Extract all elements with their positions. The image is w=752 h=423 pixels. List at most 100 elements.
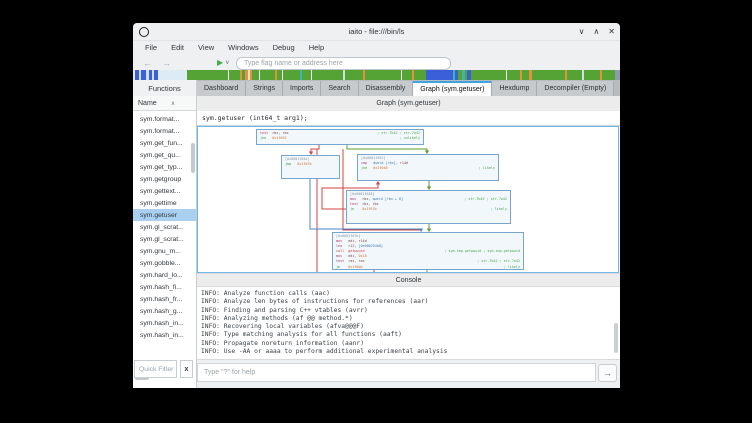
asm-comment: ; likely bbox=[498, 265, 520, 270]
back-icon[interactable]: ← bbox=[143, 58, 152, 68]
console-panel-title: Console bbox=[197, 273, 620, 287]
maximize-icon[interactable]: ∧ bbox=[593, 27, 599, 36]
function-list-item[interactable]: sym.gettext... bbox=[133, 185, 196, 197]
asm-comment: ; sym.imp.getpwuid ; sym.imp.getpwuid bbox=[438, 249, 520, 254]
menu-item-debug[interactable]: Debug bbox=[267, 41, 301, 54]
console-output[interactable]: INFO: Analyze function calls (aac)INFO: … bbox=[197, 287, 620, 360]
main-tab-bar: DashboardStringsImportsSearchDisassembly… bbox=[197, 80, 620, 96]
iaito-window: iaito - file:///bin/ls ∨∧✕ FileEditViewW… bbox=[133, 23, 620, 388]
tab-hexdump[interactable]: Hexdump bbox=[492, 81, 537, 96]
tab-search[interactable]: Search bbox=[321, 81, 358, 96]
minimize-icon[interactable]: ∨ bbox=[579, 27, 585, 36]
graph-edge bbox=[347, 145, 427, 153]
console-scrollbar-thumb[interactable] bbox=[614, 323, 618, 353]
memory-segment bbox=[229, 70, 239, 80]
tab-disassembly[interactable]: Disassembly bbox=[359, 81, 414, 96]
name-column-header[interactable]: Name ∧ bbox=[133, 96, 196, 111]
function-list-item[interactable]: sym.get_fun... bbox=[133, 137, 196, 149]
asm-line: jne 0x1f052; unlikely bbox=[260, 136, 420, 141]
memory-segment bbox=[312, 70, 343, 80]
function-list-item[interactable]: sym.gobble... bbox=[133, 257, 196, 269]
basic-block[interactable]: test rbx, rbx; str.7b42 ; str.7a42jne 0x… bbox=[256, 129, 424, 145]
function-list-item[interactable]: sym.hash_fi... bbox=[133, 281, 196, 293]
forward-icon[interactable]: → bbox=[162, 58, 171, 68]
basic-block[interactable]: [0x0001f048]mov rbx, qword [rbx + 8]; st… bbox=[346, 190, 511, 224]
memory-segment bbox=[602, 70, 614, 80]
function-list-item[interactable]: sym.hash_fr... bbox=[133, 293, 196, 305]
basic-block[interactable]: [0x0001f04d]jmp 0x1f07b bbox=[281, 155, 340, 179]
omnibar-input[interactable]: Type flag name or address here bbox=[236, 57, 451, 70]
memory-segment bbox=[471, 70, 506, 80]
clear-filter-button[interactable]: x bbox=[180, 360, 193, 378]
asm-line: je 0x1f07b; likely bbox=[350, 207, 507, 212]
graph-viewport[interactable]: test rbx, rbx; str.7b42 ; str.7a42jne 0x… bbox=[197, 126, 619, 273]
functions-panel: Functions Name ∧ sym.format...sym.format… bbox=[133, 80, 197, 388]
function-list-item[interactable]: sym.format... bbox=[133, 125, 196, 137]
basic-block[interactable]: [0x0001f052]cmp dword [rbx], r14djne 0x1… bbox=[357, 154, 499, 181]
memory-segment bbox=[158, 70, 187, 80]
console-line: INFO: Analyze len bytes of instructions … bbox=[201, 298, 620, 306]
tab-imports[interactable]: Imports bbox=[283, 81, 321, 96]
menu-item-edit[interactable]: Edit bbox=[165, 41, 190, 54]
asm-comment: ; likely bbox=[485, 207, 507, 212]
function-list-item[interactable]: sym.hard_lo... bbox=[133, 269, 196, 281]
chevron-down-icon[interactable]: ∨ bbox=[225, 59, 229, 66]
memory-segment bbox=[426, 70, 453, 80]
function-list: sym.format...sym.format...sym.get_fun...… bbox=[133, 113, 196, 341]
function-list-item[interactable]: sym.format... bbox=[133, 113, 196, 125]
memory-segment bbox=[532, 70, 565, 80]
continue-play-icon[interactable]: ▶ bbox=[217, 58, 223, 67]
console-placeholder: Type "?" for help bbox=[204, 369, 255, 376]
asm-comment: ; likely bbox=[473, 166, 495, 171]
function-list-item[interactable]: sym.hash_g... bbox=[133, 305, 196, 317]
console-line: INFO: Recovering local variables (afva@@… bbox=[201, 323, 620, 331]
menu-bar: FileEditViewWindowsDebugHelp bbox=[133, 40, 620, 55]
title-bar[interactable]: iaito - file:///bin/ls ∨∧✕ bbox=[133, 23, 620, 41]
quick-filter-input[interactable]: Quick Filter bbox=[134, 360, 177, 378]
console-input[interactable]: Type "?" for help bbox=[197, 363, 596, 382]
menu-item-view[interactable]: View bbox=[192, 41, 220, 54]
memory-segment bbox=[584, 70, 601, 80]
function-list-item[interactable]: sym.gettime bbox=[133, 197, 196, 209]
console-line: INFO: Use -AA or aaaa to perform additio… bbox=[201, 348, 620, 356]
tab-strings[interactable]: Strings bbox=[246, 81, 283, 96]
omnibar-placeholder: Type flag name or address here bbox=[244, 60, 343, 67]
function-list-item[interactable]: sym.get_qu... bbox=[133, 149, 196, 161]
console-submit-button[interactable]: → bbox=[598, 364, 617, 382]
function-list-item[interactable]: sym.hash_in... bbox=[133, 317, 196, 329]
functions-panel-title[interactable]: Functions bbox=[133, 80, 196, 97]
memory-segment bbox=[283, 70, 300, 80]
memory-segment bbox=[507, 70, 519, 80]
function-list-item[interactable]: sym.gnu_m... bbox=[133, 245, 196, 257]
console-line: INFO: Type matching analysis for all fun… bbox=[201, 331, 620, 339]
memory-segment bbox=[252, 70, 259, 80]
menu-item-windows[interactable]: Windows bbox=[222, 41, 264, 54]
tab-dashboard[interactable]: Dashboard bbox=[197, 81, 246, 96]
basic-block[interactable]: [0x0001f07b]mov edi, r14dlea r12, [0x000… bbox=[332, 232, 524, 270]
sort-ascending-icon: ∧ bbox=[171, 100, 175, 107]
asm-line: jmp 0x1f07b bbox=[285, 162, 336, 167]
function-list-item[interactable]: sym.gl_scrat... bbox=[133, 221, 196, 233]
memory-map-bar[interactable] bbox=[133, 70, 620, 80]
tab-graph-sym-getuser-[interactable]: Graph (sym.getuser) bbox=[413, 81, 492, 96]
menu-item-file[interactable]: File bbox=[139, 41, 163, 54]
asm-comment: ; str.7b42 ; str.7a42 bbox=[458, 197, 507, 202]
function-list-item[interactable]: sym.gl_scrat... bbox=[133, 233, 196, 245]
console-line: INFO: Analyzing methods (af @@ method.*) bbox=[201, 315, 620, 323]
vertical-scrollbar-thumb[interactable] bbox=[191, 143, 195, 173]
function-list-item[interactable]: sym.getuser bbox=[133, 209, 196, 221]
console-line: INFO: Finding and parsing C++ vtables (a… bbox=[201, 307, 620, 315]
memory-segment bbox=[414, 70, 426, 80]
memory-segment bbox=[345, 70, 363, 80]
function-list-item[interactable]: sym.get_typ... bbox=[133, 161, 196, 173]
menu-item-help[interactable]: Help bbox=[303, 41, 330, 54]
asm-comment: ; unlikely bbox=[394, 136, 420, 141]
asm-line: jne 0x1f048; likely bbox=[361, 166, 495, 171]
memory-segment bbox=[187, 70, 228, 80]
function-list-item[interactable]: sym.hash_in... bbox=[133, 329, 196, 341]
tab-decompiler-empty-[interactable]: Decompiler (Empty) bbox=[537, 81, 614, 96]
close-icon[interactable]: ✕ bbox=[608, 27, 615, 36]
window-controls: ∨ ∧ ✕ bbox=[579, 23, 615, 40]
function-list-item[interactable]: sym.getgroup bbox=[133, 173, 196, 185]
function-signature: sym.getuser (int64_t arg1); bbox=[197, 111, 620, 126]
